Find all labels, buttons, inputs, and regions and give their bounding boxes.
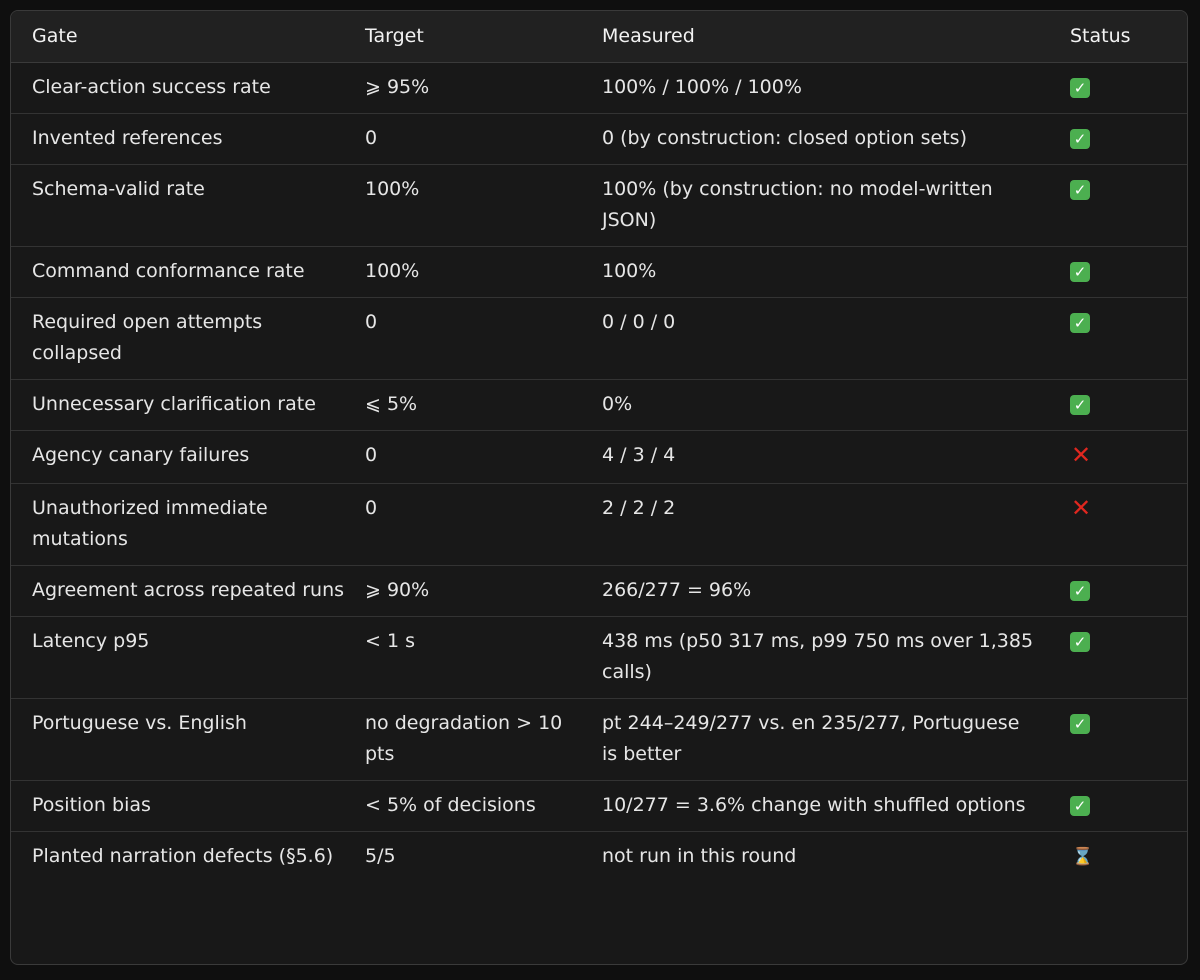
cell-measured: 266/277 = 96% (600, 565, 1054, 617)
cell-gate: Unnecessary clarification rate (11, 379, 363, 431)
check-icon: ✓ (1070, 179, 1090, 200)
cell-measured: 100% (by construction: no model-written … (600, 164, 1054, 247)
cell-status: ✓ (1054, 616, 1187, 699)
cell-measured: pt 244–249/277 vs. en 235/277, Portugues… (600, 698, 1054, 781)
check-icon: ✓ (1070, 795, 1090, 816)
table-row: Command conformance rate 100% 100% ✓ (11, 246, 1187, 298)
cell-gate: Invented references (11, 113, 363, 165)
check-icon: ✓ (1070, 77, 1090, 98)
check-icon: ✓ (1070, 128, 1090, 149)
table-row: Schema-valid rate 100% 100% (by constructi… (11, 164, 1187, 247)
cell-status: ✓ (1054, 164, 1187, 247)
column-header-status: Status (1054, 11, 1187, 63)
cell-gate: Position bias (11, 780, 363, 832)
gate-results-table-frame: Gate Target Measured Status Clear-action… (10, 10, 1188, 965)
cell-measured: 100% / 100% / 100% (600, 62, 1054, 114)
cell-target: 0 (363, 113, 600, 165)
check-icon: ✓ (1070, 312, 1090, 333)
cell-target: 0 (363, 297, 600, 380)
check-icon: ✓ (1070, 631, 1090, 652)
cell-gate: Command conformance rate (11, 246, 363, 298)
cell-target: ⩽ 5% (363, 379, 600, 431)
cell-gate: Agency canary failures (11, 430, 363, 484)
gate-results-table: Gate Target Measured Status Clear-action… (11, 11, 1187, 882)
cell-target: 0 (363, 483, 600, 566)
cell-status: ✓ (1054, 698, 1187, 781)
cell-status: ✓ (1054, 297, 1187, 380)
cell-status: ✓ (1054, 565, 1187, 617)
table-row: Required open attempts collapsed 0 0 / 0 /… (11, 297, 1187, 380)
cell-gate: Unauthorized immediate mutations (11, 483, 363, 566)
cell-measured: 0 / 0 / 0 (600, 297, 1054, 380)
cell-status: ✕ (1054, 430, 1187, 484)
table-row: Clear-action success rate ⩾ 95% 100% / 100… (11, 62, 1187, 114)
table-row: Invented references 0 0 (by construction: … (11, 113, 1187, 165)
cell-target: ⩾ 90% (363, 565, 600, 617)
cell-gate: Agreement across repeated runs (11, 565, 363, 617)
cell-measured: 438 ms (p50 317 ms, p99 750 ms over 1,38… (600, 616, 1054, 699)
cell-measured: 4 / 3 / 4 (600, 430, 1054, 484)
cell-target: ⩾ 95% (363, 62, 600, 114)
table-row: Latency p95 < 1 s 438 ms (p50 317 ms, p99 … (11, 616, 1187, 699)
cell-target: 0 (363, 430, 600, 484)
cross-icon: ✕ (1070, 493, 1092, 522)
cell-status: ✓ (1054, 780, 1187, 832)
cell-measured: 2 / 2 / 2 (600, 483, 1054, 566)
cell-measured: 100% (600, 246, 1054, 298)
cell-gate: Latency p95 (11, 616, 363, 699)
cell-gate: Planted narration defects (§5.6) (32, 844, 334, 867)
column-header-gate: Gate (11, 11, 363, 63)
cell-measured: 0 (by construction: closed option sets) (600, 113, 1054, 165)
column-header-target: Target (363, 11, 600, 63)
table-row: Planted narration defects (§5.6) 5/5 not r… (11, 831, 1187, 882)
cell-status: ✓ (1054, 62, 1187, 114)
cell-measured: 0% (600, 379, 1054, 431)
cell-status: ✕ (1054, 483, 1187, 566)
cell-target: 5/5 (365, 844, 396, 867)
column-header-measured: Measured (600, 11, 1054, 63)
check-icon: ✓ (1070, 713, 1090, 734)
table-row: Position bias < 5% of decisions 10/277 = 3… (11, 780, 1187, 832)
table-row: Unauthorized immediate mutations 0 2 / 2 /… (11, 483, 1187, 566)
cell-target: < 1 s (363, 616, 600, 699)
table-header-row: Gate Target Measured Status (11, 11, 1187, 63)
cell-target: 100% (363, 246, 600, 298)
table-row: Unnecessary clarification rate ⩽ 5% 0% ✓ (11, 379, 1187, 431)
cell-target: < 5% of decisions (363, 780, 600, 832)
cell-gate: Portuguese vs. English (11, 698, 363, 781)
cell-status: ✓ (1054, 379, 1187, 431)
table-row: Portuguese vs. English no degradation > 1… (11, 698, 1187, 781)
cross-icon: ✕ (1070, 440, 1092, 469)
cell-measured: not run in this round (602, 844, 797, 867)
check-icon: ✓ (1070, 394, 1090, 415)
cell-target: no degradation > 10 pts (363, 698, 600, 781)
table-row: Agreement across repeated runs ⩾ 90% 266/2… (11, 565, 1187, 617)
table-row: Agency canary failures 0 4 / 3 / 4 ✕ (11, 430, 1187, 484)
cell-measured: 10/277 = 3.6% change with shuffled optio… (600, 780, 1054, 832)
cell-status: ✓ (1054, 246, 1187, 298)
cell-status: ✓ (1054, 113, 1187, 165)
check-icon: ✓ (1070, 261, 1090, 282)
cell-gate: Required open attempts collapsed (11, 297, 363, 380)
cell-gate: Schema-valid rate (11, 164, 363, 247)
cell-status: ⌛ (1054, 831, 1187, 882)
check-icon: ✓ (1070, 580, 1090, 601)
cell-gate: Clear-action success rate (11, 62, 363, 114)
cell-target: 100% (363, 164, 600, 247)
hourglass-icon: ⌛ (1072, 846, 1094, 867)
